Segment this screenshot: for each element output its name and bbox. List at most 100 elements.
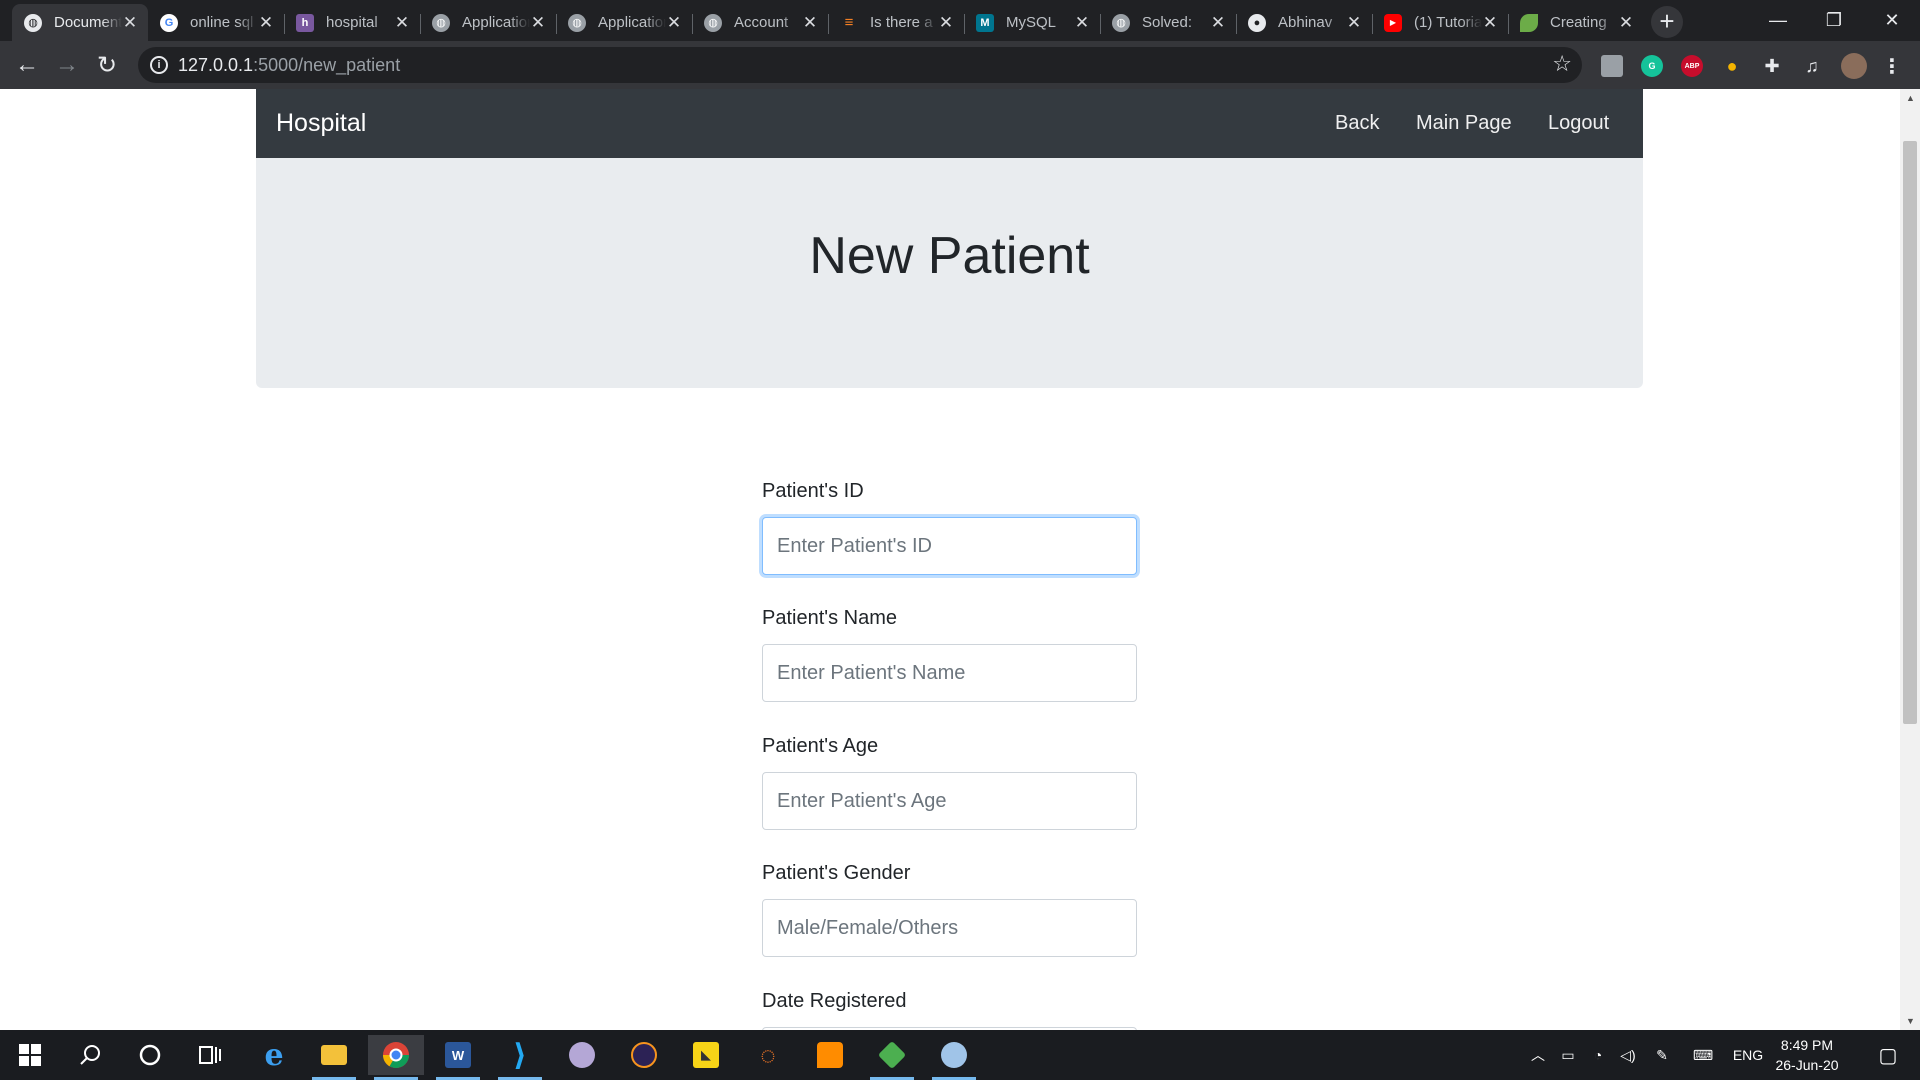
start-button[interactable]: [2, 1035, 58, 1075]
patient-age-input[interactable]: [762, 772, 1137, 830]
stackoverflow-icon: ≡: [844, 14, 854, 31]
page-scrollbar[interactable]: ▲ ▼: [1900, 89, 1920, 1030]
menu-kebab-icon[interactable]: ⋮: [1881, 55, 1903, 78]
close-icon[interactable]: ✕: [1346, 13, 1362, 33]
taskbar-app-edge[interactable]: e: [246, 1035, 302, 1075]
vscode-icon: ⟩: [513, 1038, 527, 1072]
taskbar-app-jupyter[interactable]: ◌: [740, 1035, 796, 1075]
adblock-plus-icon[interactable]: ABP: [1681, 55, 1703, 77]
browser-tab[interactable]: G online sql ✕: [148, 4, 284, 41]
taskbar-app-paint-3d[interactable]: [554, 1035, 610, 1075]
browser-tab[interactable]: ◍ Document ✕: [12, 4, 148, 41]
browser-tab[interactable]: M MySQL ✕: [964, 4, 1100, 41]
site-brand[interactable]: Hospital: [276, 89, 366, 158]
tab-title: Creating: [1550, 14, 1607, 31]
globe-icon: ◍: [24, 13, 42, 32]
taskbar-app-sticky-notes[interactable]: ◣: [678, 1035, 734, 1075]
nav-link-main-page[interactable]: Main Page: [1416, 89, 1512, 158]
close-icon[interactable]: ✕: [1210, 13, 1226, 33]
profile-avatar[interactable]: [1841, 53, 1867, 79]
tab-title: Is there a: [870, 14, 933, 31]
show-hidden-icons-button[interactable]: ︿: [1526, 1030, 1550, 1080]
close-icon[interactable]: ✕: [122, 13, 138, 33]
browser-tab[interactable]: ◍ Solved: ✕: [1100, 4, 1236, 41]
browser-tab[interactable]: ◍ Application ✕: [556, 4, 692, 41]
close-icon[interactable]: ✕: [530, 13, 546, 33]
restore-button[interactable]: ❐: [1806, 0, 1862, 41]
globe-icon: ◍: [568, 13, 586, 32]
patient-gender-input[interactable]: [762, 899, 1137, 957]
close-icon[interactable]: ✕: [802, 13, 818, 33]
close-icon[interactable]: ✕: [1618, 13, 1634, 33]
url-text[interactable]: 127.0.0.1:5000/new_patient: [178, 47, 400, 83]
puzzle-extensions-icon[interactable]: ✚: [1761, 55, 1783, 77]
reload-button[interactable]: ↻: [92, 50, 122, 80]
patient-id-label: Patient's ID: [762, 480, 864, 502]
media-queue-icon[interactable]: ♫: [1801, 55, 1823, 77]
close-icon[interactable]: ✕: [258, 13, 274, 33]
close-icon[interactable]: ✕: [1482, 13, 1498, 33]
taskbar-app-paint[interactable]: [926, 1035, 982, 1080]
back-button[interactable]: ←: [12, 50, 42, 80]
browser-tab[interactable]: ● Abhinav ✕: [1236, 4, 1372, 41]
task-view-button[interactable]: [182, 1035, 238, 1075]
scroll-up-arrow-icon[interactable]: ▲: [1906, 93, 1915, 103]
taskbar-app-eclipse[interactable]: [616, 1035, 672, 1075]
browser-tab[interactable]: ▶ (1) Tutorial ✕: [1372, 4, 1508, 41]
browser-tab[interactable]: ≡ Is there a ✕: [828, 4, 964, 41]
page-content: Hospital Back Main Page Logout New Patie…: [0, 89, 1900, 1030]
browser-tab[interactable]: ◍ Application ✕: [420, 4, 556, 41]
browser-tab[interactable]: ◍ Account ✕: [692, 4, 828, 41]
clock[interactable]: 8:49 PM 26-Jun-20: [1757, 1035, 1857, 1075]
browser-tab[interactable]: h hospital ✕: [284, 4, 420, 41]
extension-square-icon[interactable]: [1601, 55, 1623, 77]
close-icon[interactable]: ✕: [394, 13, 410, 33]
battery-icon[interactable]: ▭: [1556, 1030, 1580, 1080]
taskbar-app-vscode[interactable]: ⟩: [492, 1035, 548, 1080]
search-icon: [80, 1045, 100, 1065]
action-center-button[interactable]: ▢: [1868, 1030, 1908, 1080]
scroll-down-arrow-icon[interactable]: ▼: [1906, 1016, 1915, 1026]
grammarly-icon[interactable]: G: [1641, 55, 1663, 77]
date-registered-label: Date Registered: [762, 990, 907, 1012]
close-icon[interactable]: ✕: [1074, 13, 1090, 33]
github-icon: ●: [1248, 13, 1266, 32]
notification-icon: ▢: [1878, 1044, 1898, 1067]
scrollbar-thumb[interactable]: [1903, 141, 1917, 724]
patient-name-input[interactable]: [762, 644, 1137, 702]
tab-title: MySQL: [1006, 14, 1057, 31]
tab-title: Account: [734, 14, 789, 31]
forward-button[interactable]: →: [52, 50, 82, 80]
reload-icon: ↻: [96, 51, 118, 79]
chrome-icon: [382, 1042, 410, 1069]
volume-icon[interactable]: ◁): [1616, 1030, 1640, 1080]
patient-id-input[interactable]: [762, 517, 1137, 575]
taskbar-app-feedback[interactable]: [802, 1035, 858, 1075]
browser-tab-strip: ◍ Document ✕ G online sql ✕ h hospital ✕…: [0, 0, 1920, 41]
bookmark-star-icon[interactable]: ☆: [1552, 51, 1572, 77]
browser-tab[interactable]: Creating ✕: [1508, 4, 1644, 41]
cortana-button[interactable]: [122, 1035, 178, 1075]
nav-link-logout[interactable]: Logout: [1548, 89, 1609, 158]
taskbar-app-chrome[interactable]: [368, 1035, 424, 1080]
info-icon[interactable]: i: [150, 56, 168, 74]
taskbar-app-file-explorer[interactable]: [306, 1035, 362, 1080]
nav-link-back[interactable]: Back: [1335, 89, 1379, 158]
browser-toolbar: ← → ↻ i 127.0.0.1:5000/new_patient ☆ G A…: [0, 41, 1920, 89]
pen-workspace-icon[interactable]: ✎: [1650, 1030, 1674, 1080]
close-icon[interactable]: ✕: [938, 13, 954, 33]
patient-name-label: Patient's Name: [762, 607, 897, 629]
address-bar[interactable]: i 127.0.0.1:5000/new_patient ☆: [138, 47, 1582, 83]
new-tab-button[interactable]: +: [1651, 6, 1683, 38]
wifi-icon[interactable]: ◔: [1586, 1030, 1610, 1080]
flame-extension-icon[interactable]: ●: [1721, 55, 1743, 77]
cortana-icon: [139, 1044, 161, 1066]
touch-keyboard-icon[interactable]: ⌨: [1688, 1030, 1718, 1080]
search-button[interactable]: [62, 1035, 118, 1075]
close-window-button[interactable]: ✕: [1864, 0, 1920, 41]
close-icon[interactable]: ✕: [666, 13, 682, 33]
taskbar-app-git[interactable]: [864, 1035, 920, 1080]
close-icon: ✕: [1884, 10, 1900, 30]
taskbar-app-word[interactable]: W: [430, 1035, 486, 1080]
minimize-button[interactable]: —: [1750, 0, 1806, 41]
